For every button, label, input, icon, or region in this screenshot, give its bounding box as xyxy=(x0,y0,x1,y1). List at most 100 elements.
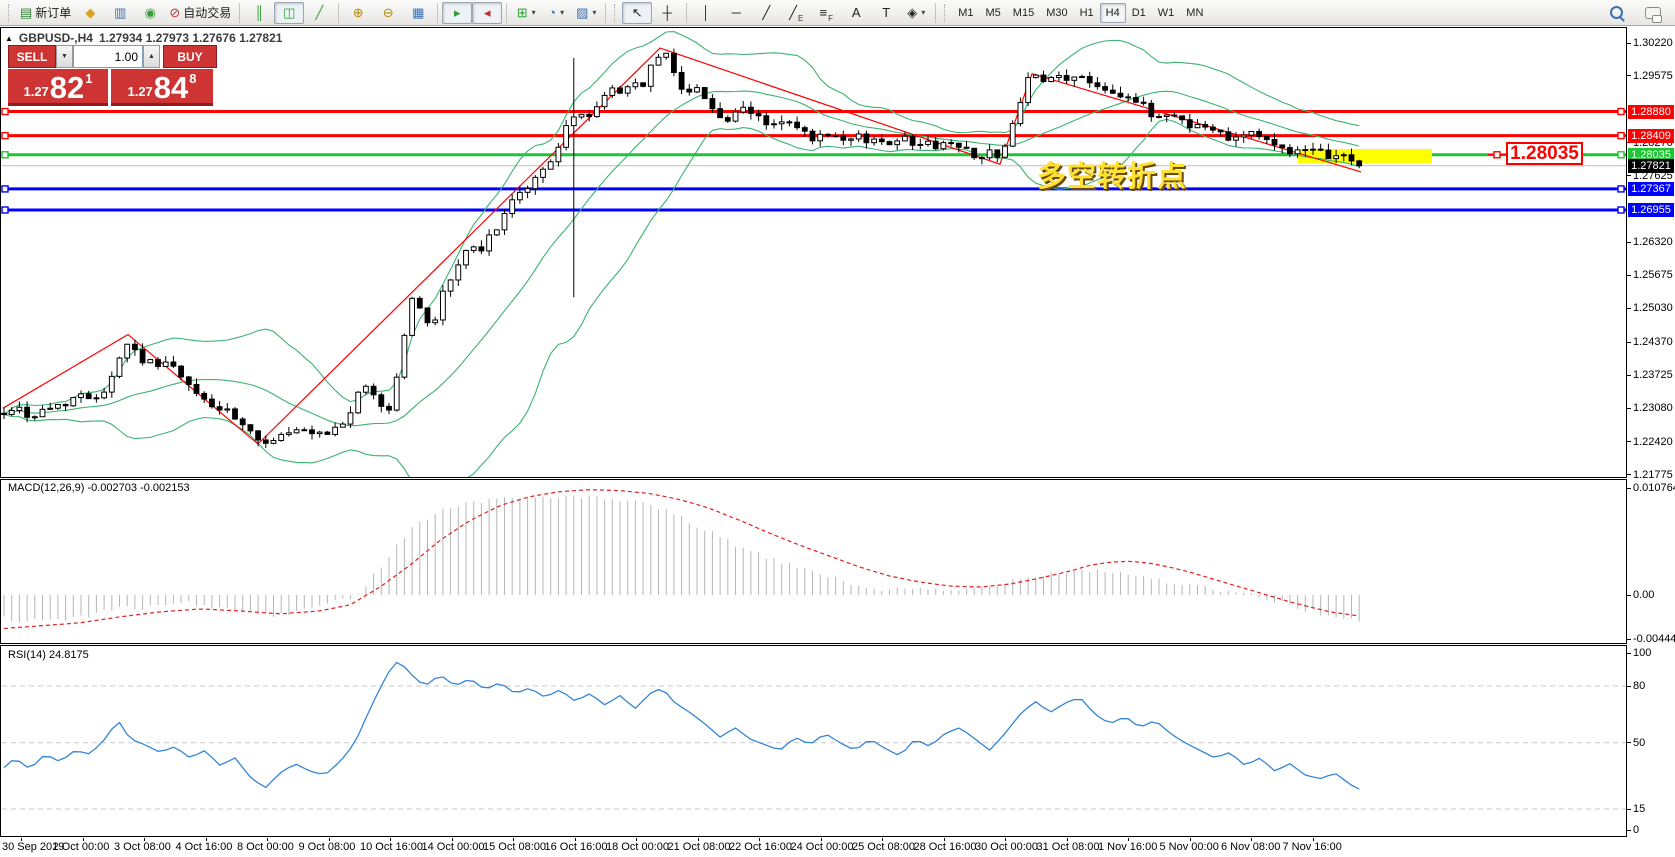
auto-scroll-button[interactable]: ▸ xyxy=(442,1,473,24)
buy-button[interactable]: BUY xyxy=(163,45,217,68)
macd-tick-mark xyxy=(1627,638,1631,640)
autotrading-button[interactable]: ⊘ 自动交易 xyxy=(165,2,235,24)
text-label-button[interactable]: T xyxy=(871,2,901,24)
macd-tick-label: 0.00 xyxy=(1633,589,1655,601)
candlestick-chart-icon: ◫ xyxy=(283,5,296,20)
price-tick-label: 1.25675 xyxy=(1633,269,1673,282)
rsi-tick-mark xyxy=(1627,685,1631,687)
periods-button[interactable]: ◔ ▾ xyxy=(541,2,571,24)
macd-pane-separator[interactable] xyxy=(0,477,1627,480)
styler-button[interactable]: ◆ xyxy=(75,2,105,24)
time-tick-label: 30 Oct 00:00 xyxy=(975,841,1038,853)
arrows-button[interactable]: ◈ ▾ xyxy=(901,2,931,24)
toolbar-separator xyxy=(935,2,937,23)
equidistant-channel-button[interactable]: ╱ E xyxy=(781,2,811,24)
price-tick-mark xyxy=(1627,241,1631,243)
toolbar: ▤ 新订单 ◆ ▥ ◉ ⊘ 自动交易 ║ ◫ ╱ ⊕ ⊖ ▦ ▸ ◂ ⊞ ▾ ◔ ▾ ▨ ▾ ↖ ┼ │ ─ ╱ ╱ E ≡ F A T ◈ ▾ M… xyxy=(0,0,1675,26)
timeframe-h1-button[interactable]: H1 xyxy=(1074,3,1100,23)
line-chart-icon: ╱ xyxy=(315,5,324,20)
volume-input[interactable]: 1.00 xyxy=(73,45,143,68)
timeframe-mn-button[interactable]: MN xyxy=(1180,3,1209,23)
time-tick-label: 3 Oct 08:00 xyxy=(114,841,171,853)
trendline-button[interactable]: ╱ xyxy=(751,2,781,24)
indicators-button[interactable]: ⊞ ▾ xyxy=(511,2,541,24)
sell-button[interactable]: SELL xyxy=(8,45,56,68)
volume-decrease-button[interactable]: ▼ xyxy=(56,45,73,68)
one-click-toggle[interactable]: ▲ xyxy=(5,34,13,43)
line-chart-button[interactable]: ╱ xyxy=(304,2,334,24)
toolbar-buttons: ▤ 新订单 ◆ ▥ ◉ ⊘ 自动交易 ║ ◫ ╱ ⊕ ⊖ ▦ ▸ ◂ ⊞ ▾ ◔ ▾ ▨ ▾ ↖ ┼ │ ─ ╱ ╱ E ≡ F A T ◈ ▾ M… xyxy=(4,1,1209,24)
periods-icon: ◔ xyxy=(548,5,557,20)
price-tick-label: 1.29575 xyxy=(1633,69,1673,82)
timeframe-m5-button[interactable]: M5 xyxy=(980,3,1007,23)
tile-windows-button[interactable]: ▦ xyxy=(403,2,433,24)
toolbar-separator xyxy=(605,2,607,23)
templates-button[interactable]: ▨ ▾ xyxy=(571,2,601,24)
signals-button[interactable]: ◉ xyxy=(135,2,165,24)
autotrading-label: 自动交易 xyxy=(183,6,232,20)
time-tick-label: 18 Oct 00:00 xyxy=(606,841,669,853)
price-tick-label: 1.22420 xyxy=(1633,435,1673,448)
time-tick-label: 28 Oct 16:00 xyxy=(913,841,977,853)
time-tick-label: 1 Nov 16:00 xyxy=(1098,841,1158,853)
volume-increase-button[interactable]: ▲ xyxy=(143,45,160,68)
open-chart-icon: ▥ xyxy=(114,5,127,20)
sell-price-button[interactable]: 1.27 82 1 xyxy=(8,69,108,106)
buy-price-button[interactable]: 1.27 84 8 xyxy=(111,69,213,106)
bar-chart-button[interactable]: ║ xyxy=(244,2,274,24)
timeframe-m30-button[interactable]: M30 xyxy=(1040,3,1073,23)
chart-title-row: ▲ GBPUSD-,H4 1.27934 1.27973 1.27676 1.2… xyxy=(5,31,282,45)
new-order-button[interactable]: ▤ 新订单 xyxy=(16,2,75,24)
candlestick-chart-button[interactable]: ◫ xyxy=(274,1,305,24)
horizontal-line-button[interactable]: ─ xyxy=(721,2,751,24)
text-button[interactable]: A xyxy=(841,2,871,24)
price-tick-mark xyxy=(1627,42,1631,44)
crosshair-button[interactable]: ┼ xyxy=(652,2,682,24)
rsi-tick-label: 80 xyxy=(1633,680,1646,693)
timeframe-w1-button[interactable]: W1 xyxy=(1152,3,1181,23)
chart-shift-button[interactable]: ◂ xyxy=(472,1,503,24)
price-tick-mark xyxy=(1627,75,1631,77)
tile-windows-icon: ▦ xyxy=(412,5,425,20)
zoom-out-icon: ⊖ xyxy=(382,5,394,20)
timeframe-h4-button[interactable]: H4 xyxy=(1099,2,1126,23)
arrows-icon: ◈ xyxy=(907,5,918,20)
open-chart-button[interactable]: ▥ xyxy=(105,2,135,24)
fibonacci-button[interactable]: ≡ F xyxy=(811,2,841,24)
timeframe-d1-button[interactable]: D1 xyxy=(1126,3,1152,23)
cursor-button[interactable]: ↖ xyxy=(622,1,653,24)
time-tick-label: 9 Oct 08:00 xyxy=(298,841,356,853)
timeframe-m1-button[interactable]: M1 xyxy=(952,3,979,23)
chart-annotation-text[interactable]: 多空转折点 xyxy=(1037,153,1187,195)
fibonacci-icon: ≡ xyxy=(819,5,828,20)
price-tick-label: 1.23080 xyxy=(1633,402,1673,415)
rsi-pane-separator[interactable] xyxy=(0,643,1627,646)
time-tick-label: 14 Oct 00:00 xyxy=(421,841,485,853)
price-tick-label: 1.24370 xyxy=(1633,336,1673,349)
zoom-in-icon: ⊕ xyxy=(352,5,364,20)
macd-tick-mark xyxy=(1627,487,1631,489)
search-button[interactable] xyxy=(1606,2,1641,24)
toolbar-grip xyxy=(8,3,12,22)
zoom-out-button[interactable]: ⊖ xyxy=(373,2,403,24)
timeframe-m15-button[interactable]: M15 xyxy=(1007,3,1040,23)
search-icon xyxy=(1610,6,1623,19)
toolbar-separator xyxy=(338,2,340,23)
chart-shift-icon: ◂ xyxy=(483,5,491,20)
price-callout-value: 1.28035 xyxy=(1510,142,1579,164)
price-callout-box[interactable]: 1.28035 xyxy=(1506,142,1583,165)
vertical-line-button[interactable]: │ xyxy=(691,2,721,24)
rsi-tick-label: 15 xyxy=(1633,803,1646,816)
price-tick-label: 1.21775 xyxy=(1633,468,1673,481)
chat-icon xyxy=(1645,6,1662,23)
ohlc-values: 1.27934 1.27973 1.27676 1.27821 xyxy=(98,31,283,45)
time-tick-label: 5 Nov 00:00 xyxy=(1159,841,1219,853)
zoom-in-button[interactable]: ⊕ xyxy=(343,2,373,24)
vertical-line-icon: │ xyxy=(702,5,711,20)
text-label-icon: T xyxy=(882,5,891,20)
price-tick-mark xyxy=(1627,341,1631,343)
time-tick-label: 16 Oct 16:00 xyxy=(544,841,608,853)
rsi-tick-label: 50 xyxy=(1633,736,1646,749)
indicators-caret-icon: ▾ xyxy=(531,8,536,17)
chat-button[interactable] xyxy=(1641,2,1671,24)
